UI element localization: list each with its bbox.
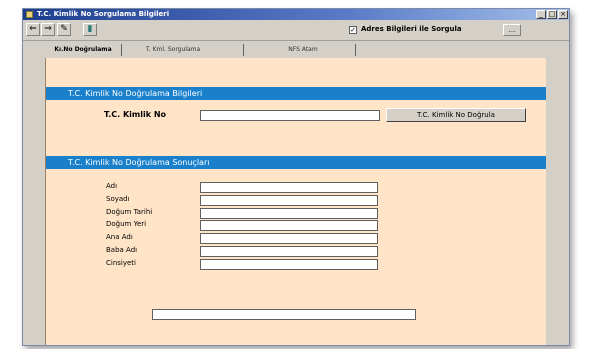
- form-panel: T.C. Kimlik No Doğrulama Bilgileri T.C. …: [45, 58, 569, 345]
- tab-separator: [121, 44, 122, 56]
- field-label-ana-adi: Ana Adı: [106, 233, 133, 241]
- title-bar[interactable]: T.C. Kimlik No Sorgulama Bilgileri _ □ ×: [23, 9, 569, 20]
- tab-strip: Kı.No Doğrulama T. Kml. Sorgulama NFS At…: [23, 41, 569, 57]
- tc-kimlik-no-input[interactable]: [200, 110, 380, 121]
- cinsiyeti-field[interactable]: [200, 259, 378, 270]
- tab-nfs-atam[interactable]: NFS Atam: [263, 44, 343, 56]
- ana-adi-field[interactable]: [200, 233, 378, 244]
- section-header-results: T.C. Kimlik No Doğrulama Sonuçları: [46, 156, 569, 169]
- tab-separator: [355, 44, 356, 56]
- verify-tc-button[interactable]: T.C. Kimlik No Doğrula: [386, 108, 526, 122]
- section-header-verification: T.C. Kimlik No Doğrulama Bilgileri: [46, 87, 569, 100]
- field-label-soyadi: Soyadı: [106, 195, 130, 203]
- address-checkbox-label: Adres Bilgileri ile Sorgula: [361, 25, 462, 33]
- window-right-edge: [546, 58, 569, 345]
- maximize-button[interactable]: □: [547, 10, 557, 19]
- field-label-adi: Adı: [106, 182, 118, 190]
- soyadi-field[interactable]: [200, 195, 378, 206]
- close-button[interactable]: ×: [558, 10, 568, 19]
- field-label-baba-adi: Baba Adı: [106, 246, 138, 254]
- minimize-button[interactable]: _: [536, 10, 546, 19]
- tab-kimlik-sorgulama[interactable]: T. Kml. Sorgulama: [133, 44, 213, 56]
- toolbar: ⇐ ⇒ ✎ ▮ ✓ Adres Bilgileri ile Sorgula ..…: [23, 20, 569, 41]
- app-icon: [26, 11, 33, 18]
- tab-kimlik-no-dogrulama[interactable]: Kı.No Doğrulama: [53, 44, 113, 56]
- field-label-cinsiyeti: Cinsiyeti: [106, 259, 136, 267]
- forward-arrow-icon[interactable]: ⇒: [41, 23, 55, 36]
- field-label-dogum-yeri: Doğum Yeri: [106, 220, 147, 228]
- tab-separator: [243, 44, 244, 56]
- baba-adi-field[interactable]: [200, 246, 378, 257]
- adi-field[interactable]: [200, 182, 378, 193]
- address-checkbox[interactable]: ✓: [349, 26, 357, 34]
- dogum-tarihi-field[interactable]: [200, 208, 378, 219]
- back-arrow-icon[interactable]: ⇐: [26, 23, 40, 36]
- browse-button[interactable]: ...: [503, 24, 521, 36]
- dogum-yeri-field[interactable]: [200, 220, 378, 231]
- tools-icon[interactable]: ✎: [57, 23, 71, 36]
- tc-kimlik-no-label: T.C. Kimlik No: [104, 110, 167, 119]
- book-icon[interactable]: ▮: [83, 23, 97, 36]
- application-window: T.C. Kimlik No Sorgulama Bilgileri _ □ ×…: [22, 8, 570, 346]
- window-title: T.C. Kimlik No Sorgulama Bilgileri: [37, 10, 170, 18]
- result-message-field[interactable]: [152, 309, 416, 320]
- field-label-dogum-tarihi: Doğum Tarihi: [106, 208, 153, 216]
